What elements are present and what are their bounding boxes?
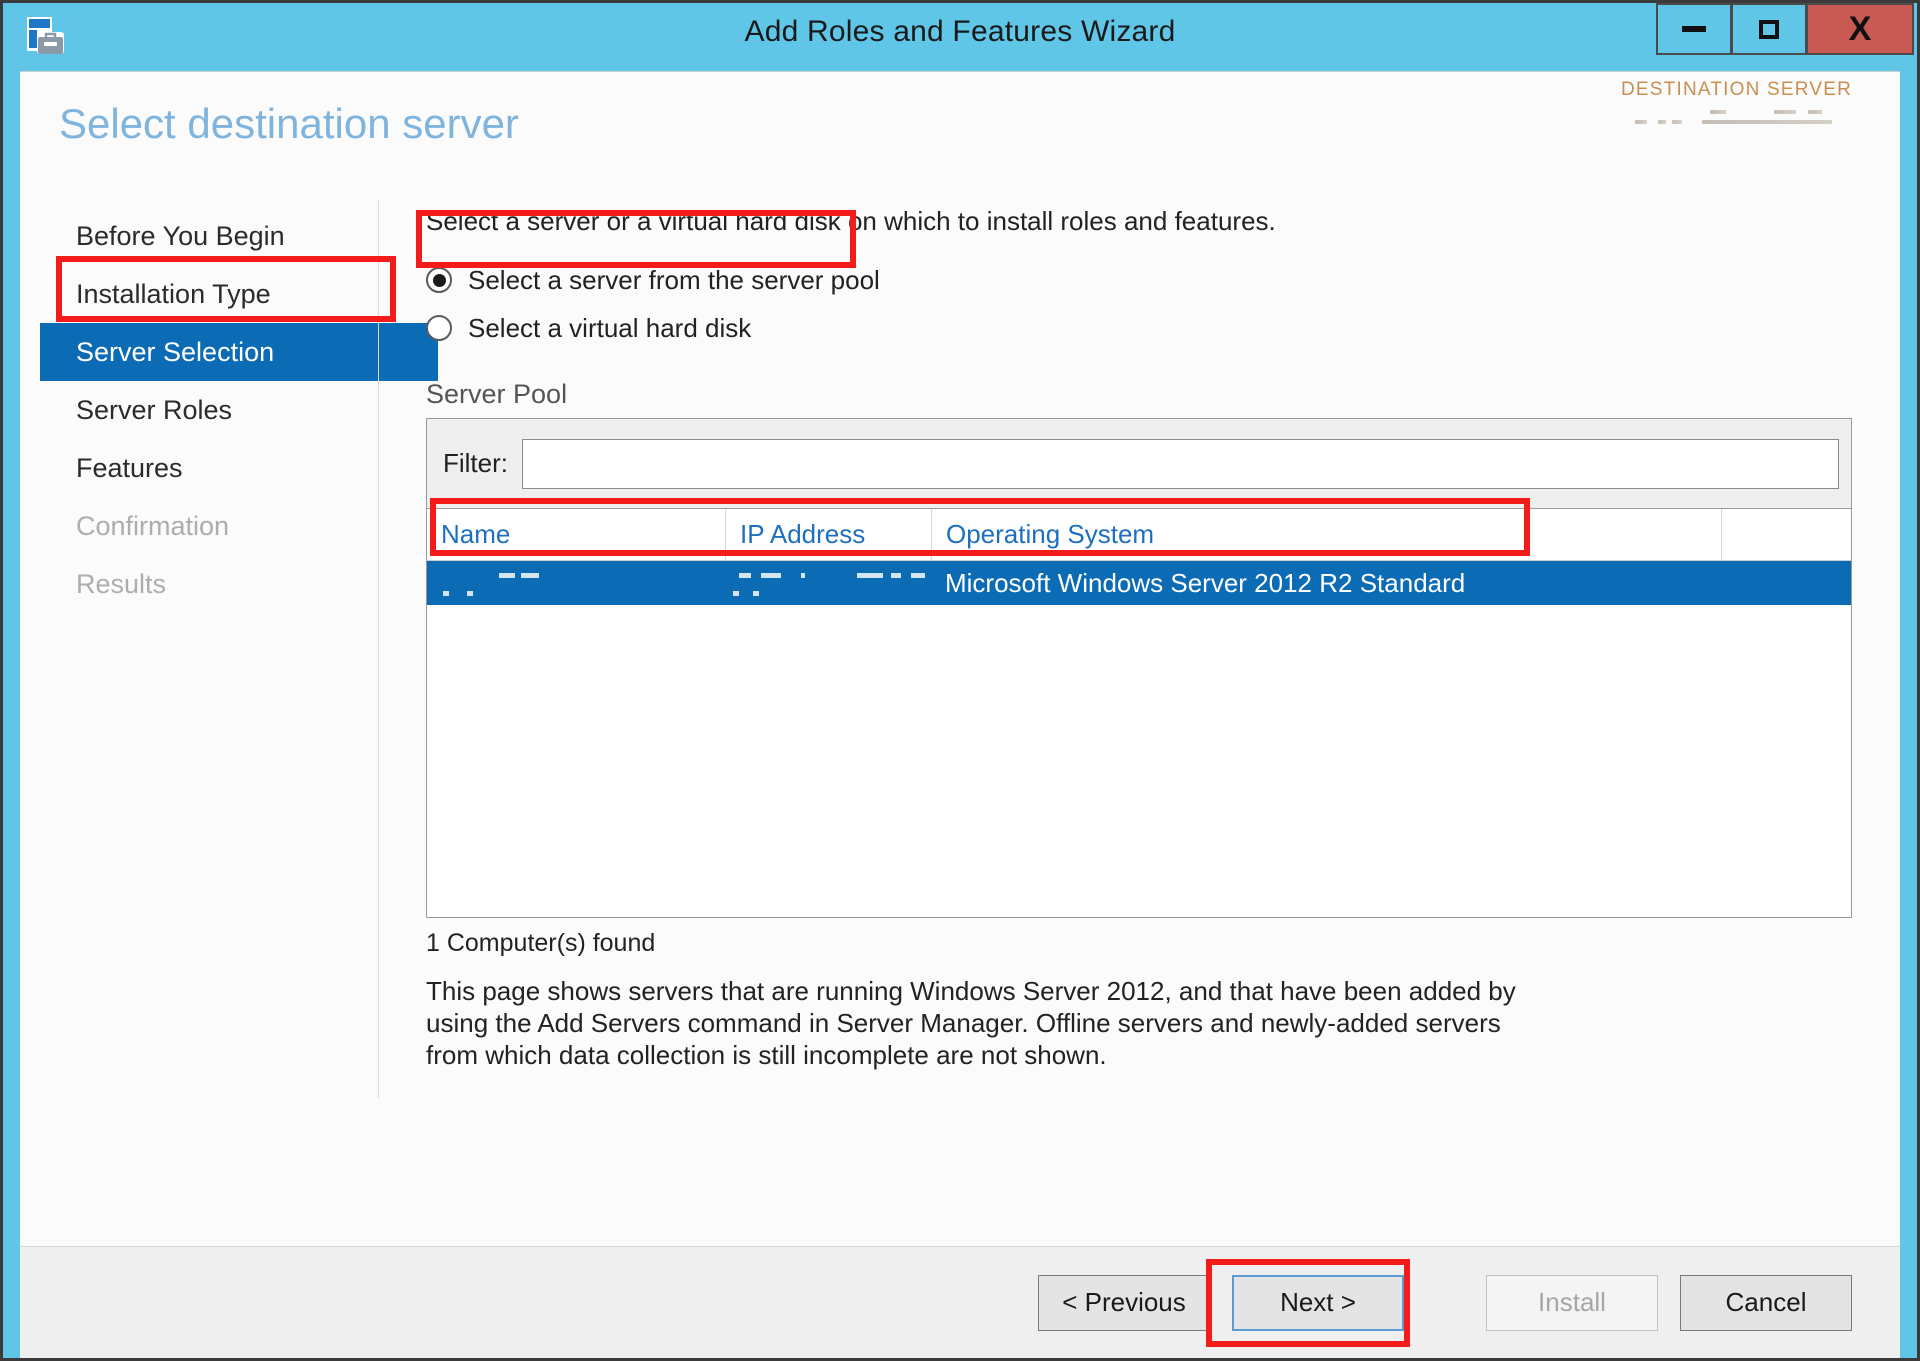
filter-input[interactable] [522,438,1839,489]
destination-server-label: DESTINATION SERVER [1621,79,1852,100]
maximize-button[interactable] [1731,3,1806,55]
cancel-button[interactable]: Cancel [1680,1274,1852,1331]
cell-name-redacted [427,561,725,605]
close-button[interactable]: X [1806,3,1914,55]
column-header-extra[interactable] [1721,508,1851,561]
intro-text: Select a server or a virtual hard disk o… [426,206,1276,236]
previous-button[interactable]: < Previous [1038,1274,1210,1331]
wizard-main: Before You Begin Installation Type Serve… [20,190,1900,1246]
cell-operating-system: Microsoft Windows Server 2012 R2 Standar… [945,567,1466,598]
sidebar-item-label: Server Roles [76,394,233,425]
column-header-os[interactable]: Operating System [931,508,1721,561]
redaction-bars [441,561,725,605]
sidebar-item-results: Results [20,555,378,613]
redaction-bars [733,561,931,605]
page-title: Select destination server [59,100,519,147]
sidebar-item-installation-type[interactable]: Installation Type [20,265,378,323]
radio-virtual-hard-disk[interactable]: Select a virtual hard disk [426,304,1852,352]
destination-server-value-redacted [1621,108,1852,128]
wizard-content-card: Select destination server DESTINATION SE… [20,71,1900,1358]
sidebar-item-before-you-begin[interactable]: Before You Begin [20,207,378,265]
sidebar-item-server-roles[interactable]: Server Roles [20,381,378,439]
sidebar-item-label: Before You Begin [76,220,285,251]
radio-virtual-hard-disk-label: Select a virtual hard disk [468,312,752,343]
cell-extra [1721,561,1851,605]
wizard-window: Add Roles and Features Wizard X Select d… [0,0,1920,1361]
computers-found-text: 1 Computer(s) found [426,929,656,957]
radio-virtual-hard-disk-icon[interactable] [426,315,452,341]
filter-label: Filter: [443,448,508,478]
wizard-footer: < Previous Next > Install Cancel [20,1246,1900,1358]
column-header-ip[interactable]: IP Address [725,508,931,561]
close-icon: X [1848,10,1872,48]
destination-server-block: DESTINATION SERVER [1621,79,1852,128]
minimize-button[interactable] [1656,3,1731,55]
next-button[interactable]: Next > [1232,1274,1404,1331]
server-pool-table: Name IP Address Operating System Microso… [427,508,1851,917]
table-empty-area [427,605,1851,917]
server-pool-box: Filter: Name IP Address Operating System [426,418,1852,918]
sidebar-item-label: Installation Type [76,278,271,309]
table-row[interactable]: Microsoft Windows Server 2012 R2 Standar… [427,561,1851,605]
radio-server-pool-label: Select a server from the server pool [468,264,880,295]
install-button: Install [1486,1274,1658,1331]
cell-ip-redacted [725,561,931,605]
sidebar-item-confirmation: Confirmation [20,497,378,555]
filter-row: Filter: [427,419,1851,508]
minimize-icon [1682,26,1706,32]
sidebar-item-label: Features [76,452,183,483]
maximize-icon [1759,19,1779,39]
sidebar-item-label: Results [76,568,167,599]
window-title: Add Roles and Features Wizard [744,15,1176,48]
sidebar-item-label: Confirmation [76,510,230,541]
column-header-name[interactable]: Name [427,509,725,561]
page-description: This page shows servers that are running… [426,976,1516,1071]
table-header-row: Name IP Address Operating System [427,508,1851,561]
server-pool-title: Server Pool [426,379,568,409]
window-controls: X [1656,3,1914,55]
page-header: Select destination server DESTINATION SE… [20,72,1900,190]
sidebar-item-features[interactable]: Features [20,439,378,497]
content-pane: Select a server or a virtual hard disk o… [378,190,1900,1246]
radio-server-pool-icon[interactable] [426,267,452,293]
sidebar-item-label: Server Selection [76,336,275,367]
wizard-steps-nav: Before You Begin Installation Type Serve… [20,190,438,1246]
radio-server-pool[interactable]: Select a server from the server pool [426,256,1852,304]
title-bar: Add Roles and Features Wizard X [3,3,1917,71]
